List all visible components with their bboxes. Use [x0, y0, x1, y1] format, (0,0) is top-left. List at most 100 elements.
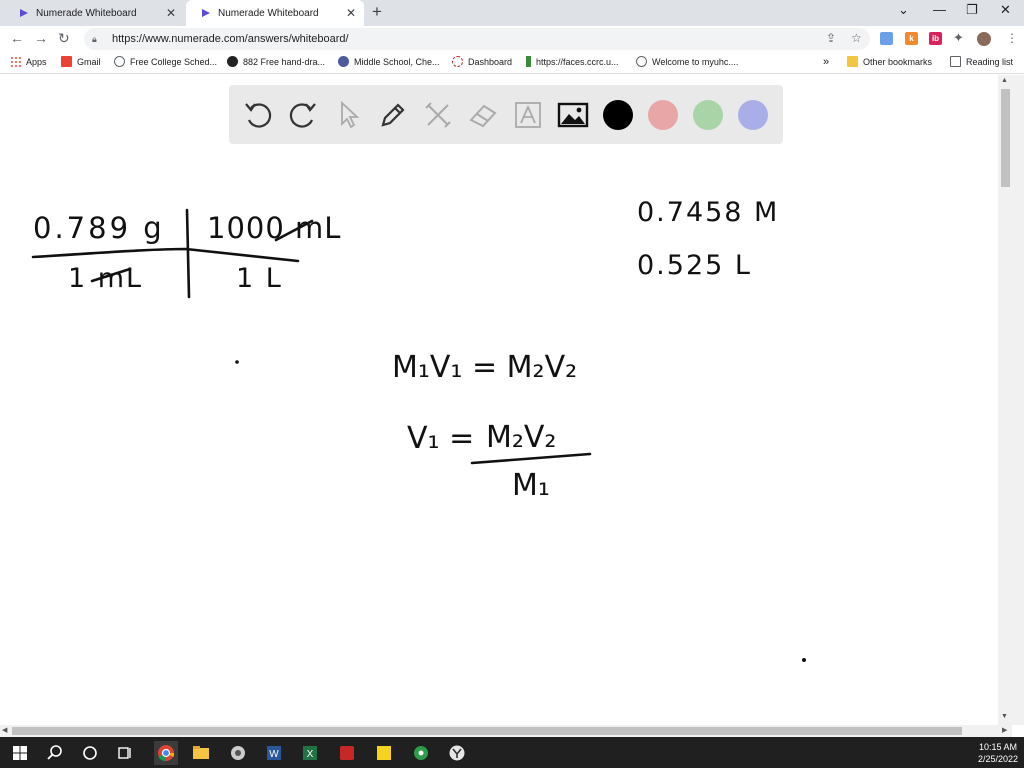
bookmark-star-icon[interactable]: ☆ [851, 31, 862, 45]
fraction-bar [470, 452, 592, 465]
new-tab-button[interactable]: + [372, 2, 382, 22]
stray-dot [802, 658, 806, 662]
word-icon[interactable]: W [264, 743, 284, 763]
tools-icon[interactable] [421, 98, 455, 132]
dilution-equation: M₁V₁ = M₂V₂ [392, 350, 577, 385]
volume-value: 0.525 L [637, 250, 752, 281]
bookmark-free-college[interactable]: Free College Sched... [114, 56, 217, 67]
solved-numerator: M₂V₂ [486, 420, 556, 455]
horizontal-scroll-thumb[interactable] [12, 727, 962, 735]
extensions-puzzle-icon[interactable]: ✦ [953, 30, 964, 46]
sticky-notes-icon[interactable] [374, 743, 394, 763]
tab-numerade-2[interactable]: Numerade Whiteboard ✕ [186, 0, 364, 26]
clock-time: 10:15 AM [978, 742, 1017, 752]
conversion-top-left: 0.789 g [33, 211, 165, 245]
extension-k-icon[interactable]: k [905, 32, 918, 45]
url-text: https://www.numerade.com/answers/whitebo… [112, 33, 349, 45]
reading-list[interactable]: Reading list [950, 56, 1013, 67]
profile-avatar[interactable] [977, 32, 991, 46]
color-swatch-red[interactable] [648, 100, 678, 130]
windows-start-icon[interactable] [10, 743, 30, 763]
file-explorer-icon[interactable] [191, 743, 211, 763]
minimize-icon[interactable]: — [933, 2, 946, 17]
tab-numerade-1[interactable]: Numerade Whiteboard ✕ [4, 0, 184, 26]
molarity-value: 0.7458 M [637, 197, 779, 228]
app-y-icon[interactable] [447, 743, 467, 763]
conversion-bottom-left: 1 mL [68, 263, 143, 294]
other-bookmarks[interactable]: Other bookmarks [847, 56, 932, 67]
bookmarks-bar: Apps Gmail Free College Sched... 882 Fre… [0, 52, 1024, 74]
globe-icon [227, 56, 238, 67]
bookmark-free-hand-drawn[interactable]: 882 Free hand-dra... [227, 56, 325, 67]
extension-ib-icon[interactable]: ib [929, 32, 942, 45]
bookmarks-overflow-button[interactable]: » [823, 56, 829, 68]
solved-lhs: V₁ = [407, 421, 474, 456]
app-cd-icon[interactable] [411, 743, 431, 763]
system-clock[interactable]: 10:15 AM 2/25/2022 [978, 741, 1018, 765]
vertical-scroll-thumb[interactable] [1001, 89, 1010, 187]
handwriting-layer: 0.789 g 1000 mL 1 mL 1 L 0.7458 M 0.525 … [31, 197, 806, 662]
tab-search-icon[interactable]: ⌄ [898, 2, 909, 18]
scroll-down-icon[interactable]: ▼ [1001, 713, 1008, 720]
stray-dot [235, 360, 239, 364]
windows-taskbar: W X 10:15 AM 2/25/2022 [0, 737, 1024, 768]
reading-list-icon [950, 56, 961, 67]
color-swatch-green[interactable] [693, 100, 723, 130]
image-icon[interactable] [556, 98, 590, 132]
pen-icon[interactable] [376, 98, 410, 132]
undo-icon[interactable] [241, 98, 275, 132]
apps-grid-icon [10, 56, 21, 67]
bookmark-middle-school[interactable]: Middle School, Che... [338, 56, 440, 67]
eraser-icon[interactable] [466, 98, 500, 132]
horizontal-scrollbar[interactable]: ◀ ▶ [0, 725, 1012, 737]
redo-icon[interactable] [286, 98, 320, 132]
color-swatch-blue[interactable] [738, 100, 768, 130]
share-icon[interactable]: ⇪ [826, 31, 836, 45]
menu-kebab-icon[interactable]: ⋮ [1006, 31, 1018, 45]
acrobat-icon[interactable] [337, 743, 357, 763]
extension-docs-icon[interactable] [880, 32, 893, 45]
bookmark-gmail[interactable]: Gmail [61, 56, 101, 67]
address-bar[interactable]: 🔒︎ https://www.numerade.com/answers/whit… [84, 28, 870, 50]
reload-icon[interactable]: ↻ [58, 30, 70, 47]
gmail-icon [61, 56, 72, 67]
scroll-up-icon[interactable]: ▲ [1001, 77, 1008, 84]
close-window-icon[interactable]: ✕ [1000, 2, 1011, 18]
color-swatch-black[interactable] [603, 100, 633, 130]
globe-icon [114, 56, 125, 67]
bookmark-faces[interactable]: https://faces.ccrc.u... [526, 56, 619, 67]
excel-icon[interactable]: X [300, 743, 320, 763]
pointer-icon[interactable] [331, 98, 365, 132]
folder-icon [847, 56, 858, 67]
table-horizontal-line [31, 247, 300, 263]
globe-icon [636, 56, 647, 67]
solved-denominator: M₁ [512, 468, 550, 503]
whiteboard-canvas[interactable]: 0.789 g 1000 mL 1 mL 1 L 0.7458 M 0.525 … [0, 75, 998, 725]
chrome-icon[interactable] [154, 741, 178, 765]
tab-title: Numerade Whiteboard [218, 7, 319, 19]
close-icon[interactable]: ✕ [166, 6, 176, 20]
search-icon[interactable] [45, 743, 65, 763]
tab-title: Numerade Whiteboard [36, 7, 137, 19]
back-icon[interactable]: ← [10, 30, 24, 46]
tool-palette [229, 85, 783, 144]
clock-date: 2/25/2022 [977, 754, 1018, 764]
bookmark-apps[interactable]: Apps [10, 56, 47, 67]
globe-icon [338, 56, 349, 67]
svg-text:X: X [307, 749, 314, 760]
scroll-left-icon[interactable]: ◀ [2, 726, 7, 734]
task-view-icon[interactable] [115, 743, 135, 763]
forward-icon[interactable]: → [34, 30, 48, 46]
table-vertical-line [185, 208, 191, 299]
scroll-right-icon[interactable]: ▶ [1002, 726, 1007, 734]
close-icon[interactable]: ✕ [346, 6, 356, 20]
numerade-favicon-icon [20, 9, 28, 17]
text-tool-icon[interactable] [511, 98, 545, 132]
restore-icon[interactable]: ❐ [966, 2, 978, 18]
app-icon[interactable] [228, 743, 248, 763]
bookmark-dashboard[interactable]: Dashboard [452, 56, 512, 67]
cortana-icon[interactable] [80, 743, 100, 763]
conversion-top-right: 1000 mL [207, 211, 341, 245]
vertical-scrollbar[interactable]: ▲ ▼ [998, 75, 1024, 725]
bookmark-myuhc[interactable]: Welcome to myuhc.... [636, 56, 738, 67]
